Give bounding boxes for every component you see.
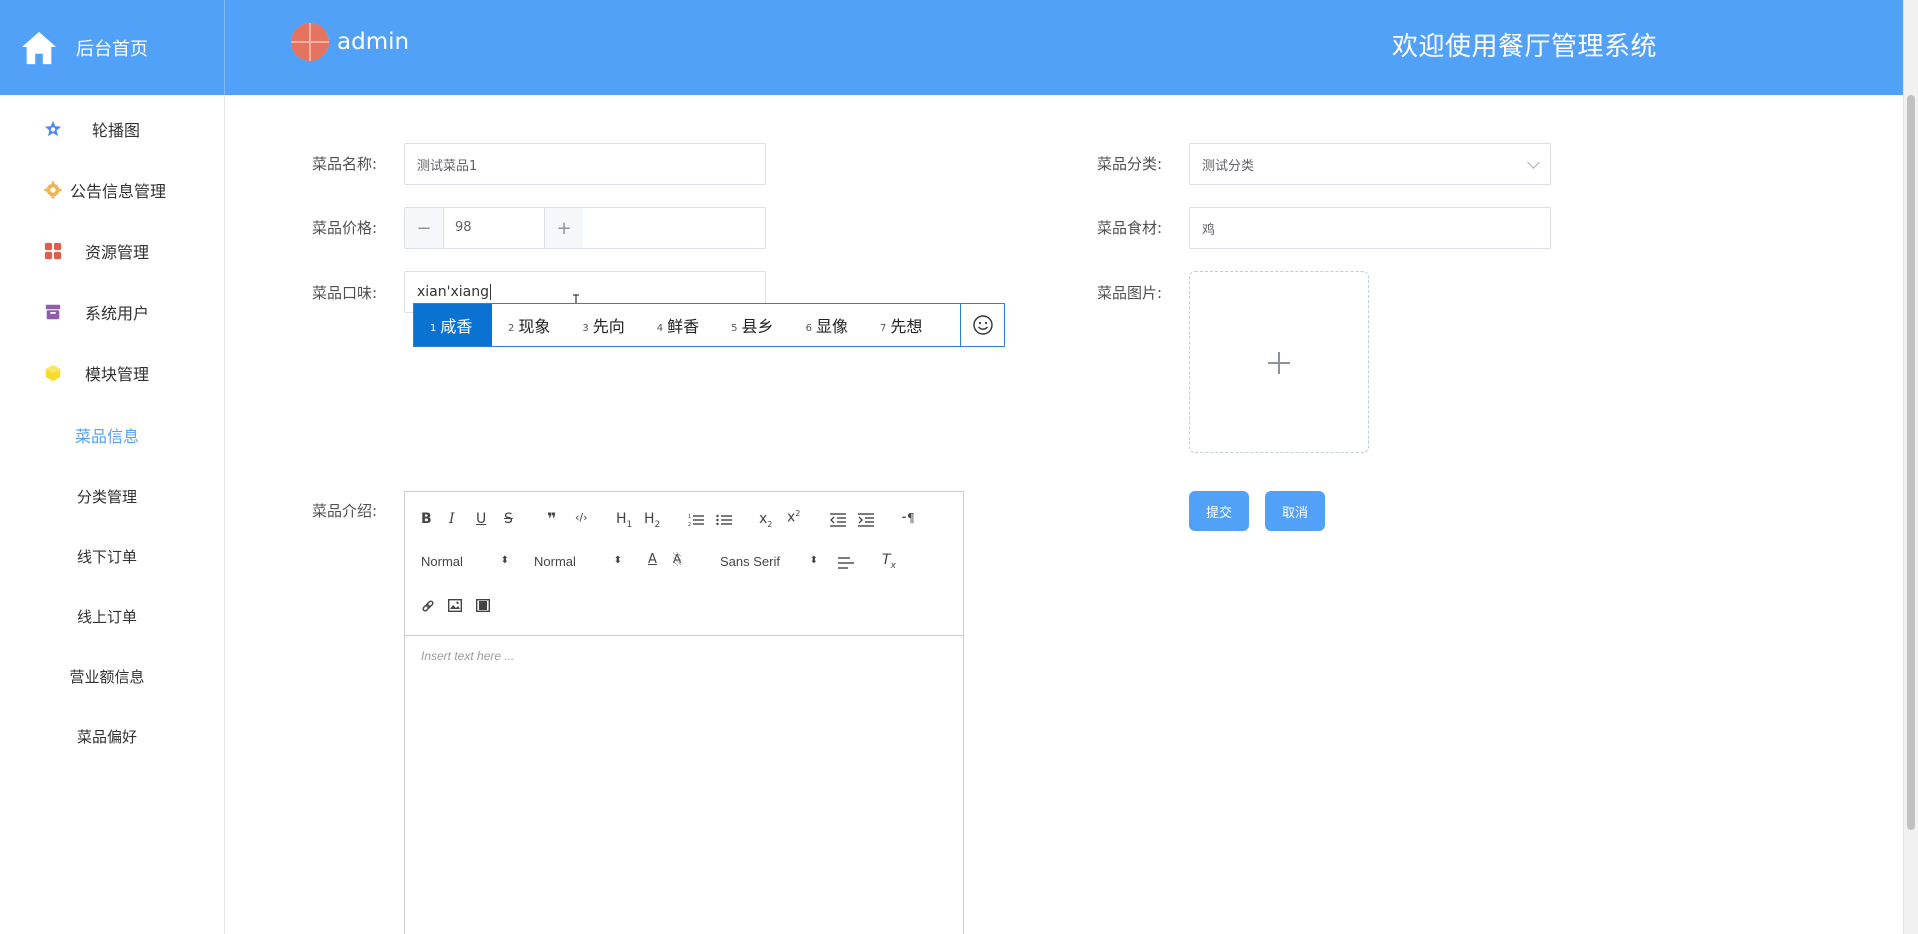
text-cursor	[490, 284, 491, 300]
editor-toolbar: B I U S ❞ ‹/› H1 H2 12 x2 x2 ⁃¶ Normal N…	[405, 492, 963, 636]
font-color-icon[interactable]: A	[648, 552, 657, 567]
header-select[interactable]: Normal	[421, 554, 509, 569]
sidebar-item-carousel[interactable]: 轮播图	[0, 109, 224, 149]
image-upload[interactable]	[1189, 271, 1369, 453]
subscript-button[interactable]: x2	[759, 511, 772, 529]
submit-button[interactable]: 提交	[1189, 491, 1249, 531]
outdent-icon[interactable]	[830, 513, 846, 527]
blockquote-button[interactable]: ❞	[547, 509, 556, 528]
price-stepper[interactable]: − 98 +	[404, 207, 766, 249]
dish-intro-label: 菜品介绍:	[312, 502, 378, 520]
system-title: 欢迎使用餐厅管理系统	[1392, 32, 1658, 62]
sidebar-item-label: 资源管理	[85, 243, 150, 262]
dish-category-label: 菜品分类:	[1097, 155, 1163, 173]
sidebar-item-label: 轮播图	[92, 121, 141, 140]
increment-button[interactable]: +	[544, 208, 583, 248]
scrollbar-thumb[interactable]	[1907, 95, 1915, 830]
editor-placeholder[interactable]: Insert text here ...	[421, 649, 514, 663]
bullet-list-icon[interactable]	[716, 513, 732, 527]
sidebar-subitem-dishes[interactable]: 菜品信息	[0, 415, 224, 455]
category-value: 测试分类	[1202, 158, 1255, 174]
sidebar-item-users[interactable]: 系统用户	[0, 292, 224, 332]
ime-candidate[interactable]: 2 现象	[492, 304, 566, 346]
dish-ingredient-label: 菜品食材:	[1097, 219, 1163, 237]
home-icon	[21, 31, 57, 64]
dish-name-label: 菜品名称:	[312, 155, 378, 173]
dish-image-label: 菜品图片:	[1097, 284, 1163, 302]
top-header: 后台首页 admin 欢迎使用餐厅管理系统	[0, 0, 1918, 95]
link-icon[interactable]	[421, 599, 435, 613]
dish-name-value: 测试菜品1	[417, 158, 478, 174]
cancel-button[interactable]: 取消	[1265, 491, 1325, 531]
text-direction-button[interactable]: ⁃¶	[901, 511, 915, 525]
align-icon[interactable]	[838, 556, 854, 570]
sidebar-subitem-revenue[interactable]: 营业额信息	[0, 656, 224, 696]
rich-text-editor: B I U S ❞ ‹/› H1 H2 12 x2 x2 ⁃¶ Normal N…	[404, 491, 964, 934]
code-block-button[interactable]: ‹/›	[575, 511, 588, 524]
ordered-list-icon[interactable]: 12	[688, 513, 704, 527]
home-link[interactable]: 后台首页	[0, 0, 225, 95]
bold-button[interactable]: B	[421, 511, 432, 527]
sidebar-item-resources[interactable]: 资源管理	[0, 231, 224, 271]
category-select[interactable]: 测试分类	[1189, 143, 1551, 185]
dish-name-input[interactable]: 测试菜品1	[404, 143, 766, 185]
sidebar-item-label: 系统用户	[85, 304, 150, 323]
video-icon[interactable]	[476, 599, 490, 612]
user-menu[interactable]: admin	[291, 22, 409, 62]
h2-button[interactable]: H2	[644, 511, 660, 530]
superscript-button[interactable]: x2	[787, 509, 800, 526]
sidebar-item-notice[interactable]: 公告信息管理	[0, 170, 224, 210]
clear-format-button[interactable]: Tx	[882, 552, 896, 571]
image-icon[interactable]	[448, 599, 462, 612]
decrement-button[interactable]: −	[405, 208, 444, 248]
sidebar-subitem-online-orders[interactable]: 线上订单	[0, 596, 224, 636]
sidebar: 轮播图 公告信息管理 资源管理 系统用户 模块管理 菜品信息 分类管理 线下订单…	[0, 95, 225, 934]
dish-taste-label: 菜品口味:	[312, 284, 378, 302]
emoji-button[interactable]	[960, 304, 1004, 346]
sidebar-subitem-preferences[interactable]: 菜品偏好	[0, 716, 224, 756]
smiley-icon	[972, 315, 993, 335]
sidebar-subitem-offline-orders[interactable]: 线下订单	[0, 536, 224, 576]
sidebar-item-label: 模块管理	[85, 365, 150, 384]
ingredient-value: 鸡	[1202, 222, 1216, 238]
gear-icon	[44, 181, 62, 199]
box-icon	[45, 304, 61, 320]
avatar	[291, 23, 329, 61]
star-icon	[44, 120, 62, 137]
sidebar-item-label: 公告信息管理	[70, 182, 167, 201]
page-scrollbar[interactable]	[1903, 0, 1918, 934]
chevron-down-icon	[1527, 156, 1540, 169]
indent-icon[interactable]	[858, 513, 874, 527]
ime-candidate[interactable]: 4 鲜香	[641, 304, 715, 346]
taste-value: xian'xiang	[417, 284, 489, 300]
cube-icon	[45, 364, 61, 382]
sidebar-item-modules[interactable]: 模块管理	[0, 353, 224, 393]
ime-candidate-bar: 1 咸香 2 现象 3 先向 4 鲜香 5 县乡 6 显像 7 先想	[413, 303, 1005, 347]
size-select[interactable]: Normal	[534, 554, 622, 569]
ime-candidate[interactable]: 7 先想	[864, 304, 938, 346]
h1-button[interactable]: H1	[616, 511, 632, 530]
ime-candidate[interactable]: 1 咸香	[414, 304, 492, 346]
svg-text:1: 1	[688, 514, 691, 520]
italic-button[interactable]: I	[449, 511, 455, 527]
background-color-icon[interactable]: A	[673, 552, 682, 566]
sidebar-subitem-categories[interactable]: 分类管理	[0, 476, 224, 516]
ingredient-input[interactable]: 鸡	[1189, 207, 1551, 249]
price-value: 98	[455, 220, 472, 235]
dish-price-label: 菜品价格:	[312, 219, 378, 237]
svg-text:2: 2	[688, 522, 691, 527]
ime-candidate[interactable]: 5 县乡	[715, 304, 789, 346]
underline-button[interactable]: U	[476, 511, 486, 527]
ime-candidate[interactable]: 3 先向	[566, 304, 640, 346]
ime-candidate[interactable]: 6 显像	[790, 304, 864, 346]
strike-button[interactable]: S	[504, 511, 513, 527]
font-select[interactable]: Sans Serif	[720, 554, 818, 569]
home-label: 后台首页	[76, 38, 148, 60]
username: admin	[337, 29, 410, 55]
grid-icon	[44, 242, 62, 260]
